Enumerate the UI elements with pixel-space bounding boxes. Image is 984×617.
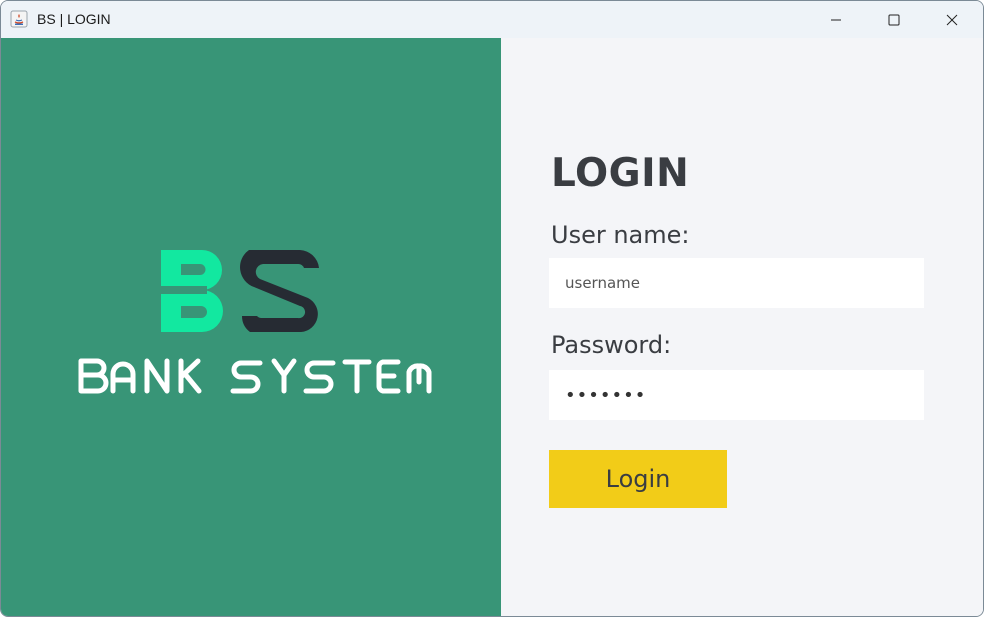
window-title: BS | LOGIN [37, 11, 111, 27]
close-button[interactable] [923, 1, 981, 38]
username-input[interactable] [549, 258, 924, 308]
title-bar[interactable]: BS | LOGIN [1, 1, 983, 38]
bank-system-logo [161, 250, 319, 332]
password-label: Password: [551, 331, 672, 359]
close-icon [946, 14, 958, 25]
logo-letter-s [240, 250, 319, 332]
login-heading: LOGIN [551, 151, 690, 196]
minimize-icon [831, 19, 841, 20]
login-form-panel: LOGIN User name: Password: Login [501, 38, 983, 616]
login-button[interactable]: Login [549, 450, 727, 508]
password-input[interactable] [549, 370, 924, 420]
maximize-icon [888, 14, 900, 25]
bank-system-wordmark [78, 358, 432, 394]
minimize-button[interactable] [807, 1, 865, 38]
logo-letter-b [161, 250, 223, 332]
brand-panel [1, 38, 501, 616]
username-label: User name: [551, 221, 690, 249]
maximize-button[interactable] [865, 1, 923, 38]
java-app-icon [10, 10, 28, 28]
login-window: BS | LOGIN LOGIN User name: username Pas… [0, 0, 984, 617]
